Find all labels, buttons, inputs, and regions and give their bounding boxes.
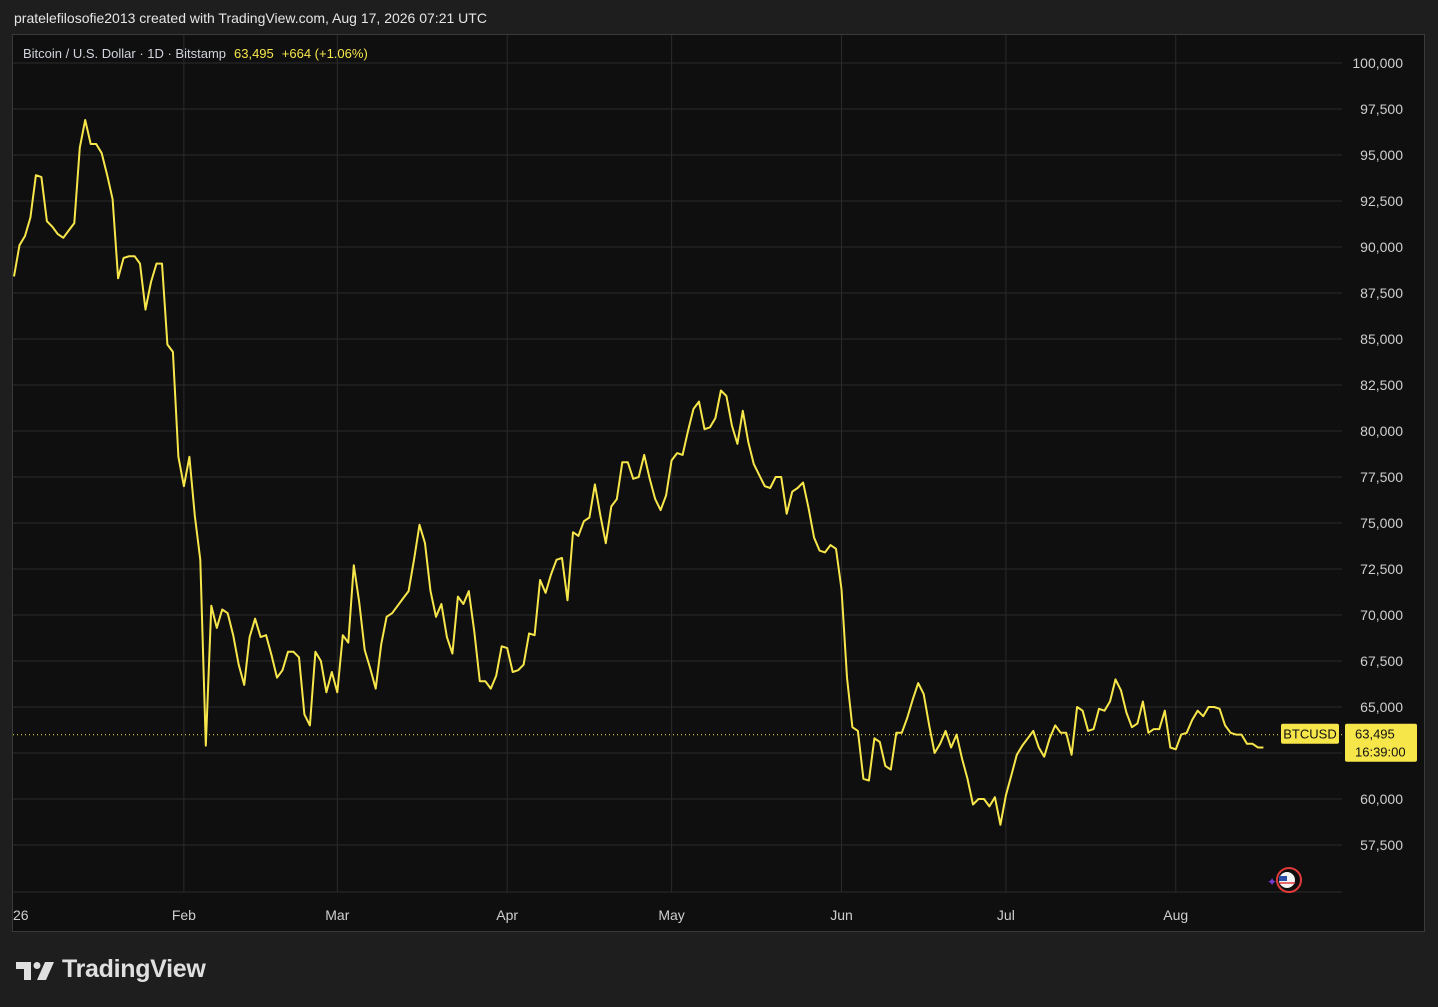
y-tick-label: 97,500 xyxy=(1360,101,1403,117)
y-tick-label: 87,500 xyxy=(1360,285,1403,301)
y-tick-label: 100,000 xyxy=(1352,55,1403,71)
y-tick-label: 72,500 xyxy=(1360,561,1403,577)
x-tick-label: 26 xyxy=(13,907,29,923)
last-price-labels: BTCUSD 63,495 16:39:00 xyxy=(1281,723,1417,762)
x-tick-label: May xyxy=(658,907,684,923)
time-axis: 26 Feb Mar Apr May Jun Jul Aug xyxy=(13,907,1188,923)
countdown-label: 16:39:00 xyxy=(1355,745,1406,760)
y-tick-label: 85,000 xyxy=(1360,331,1403,347)
x-tick-label: Feb xyxy=(172,907,196,923)
y-tick-label: 70,000 xyxy=(1360,607,1403,623)
x-tick-label: Jun xyxy=(830,907,853,923)
tradingview-wordmark: TradingView xyxy=(62,955,206,983)
y-tick-label: 90,000 xyxy=(1360,239,1403,255)
tradingview-logo[interactable]: TradingView xyxy=(16,955,206,984)
chart-pane[interactable]: 100,000 97,500 95,000 92,500 90,000 87,500 85,… xyxy=(12,34,1425,932)
marker-flag-canton xyxy=(1279,876,1287,881)
chart-attribution: pratelefilosofie2013 created with Tradin… xyxy=(14,10,487,26)
y-tick-label: 67,500 xyxy=(1360,653,1403,669)
y-tick-label: 65,000 xyxy=(1360,699,1403,715)
price-change: +664 (+1.06%) xyxy=(281,46,368,61)
y-tick-label: 95,000 xyxy=(1360,147,1403,163)
y-tick-label: 80,000 xyxy=(1360,423,1403,439)
grid-lines xyxy=(13,35,1342,893)
y-tick-label: 92,500 xyxy=(1360,193,1403,209)
y-tick-label: 75,000 xyxy=(1360,515,1403,531)
series-name-label: BTCUSD xyxy=(1283,727,1336,742)
y-tick-label: 60,000 xyxy=(1360,791,1403,807)
price-chart[interactable]: 100,000 97,500 95,000 92,500 90,000 87,500 85,… xyxy=(13,35,1424,931)
x-tick-label: Apr xyxy=(496,907,518,923)
last-price-axis-label: 63,495 xyxy=(1355,727,1395,742)
price-line xyxy=(13,119,1264,826)
tradingview-logo-icon xyxy=(16,961,54,980)
y-tick-label: 77,500 xyxy=(1360,469,1403,485)
symbol-description: Bitcoin / U.S. Dollar · 1D · Bitstamp xyxy=(23,46,226,61)
y-tick-label: 57,500 xyxy=(1360,837,1403,853)
symbol-legend[interactable]: Bitcoin / U.S. Dollar · 1D · Bitstamp 63… xyxy=(23,46,368,61)
marker-sparkle-icon: ✦ xyxy=(1267,875,1277,889)
x-tick-label: Mar xyxy=(325,907,349,923)
news-flag-icon[interactable]: ✦ xyxy=(1267,867,1302,893)
y-tick-label: 82,500 xyxy=(1360,377,1403,393)
x-tick-label: Aug xyxy=(1163,907,1188,923)
x-tick-label: Jul xyxy=(997,907,1015,923)
last-price-value: 63,495 xyxy=(234,46,274,61)
